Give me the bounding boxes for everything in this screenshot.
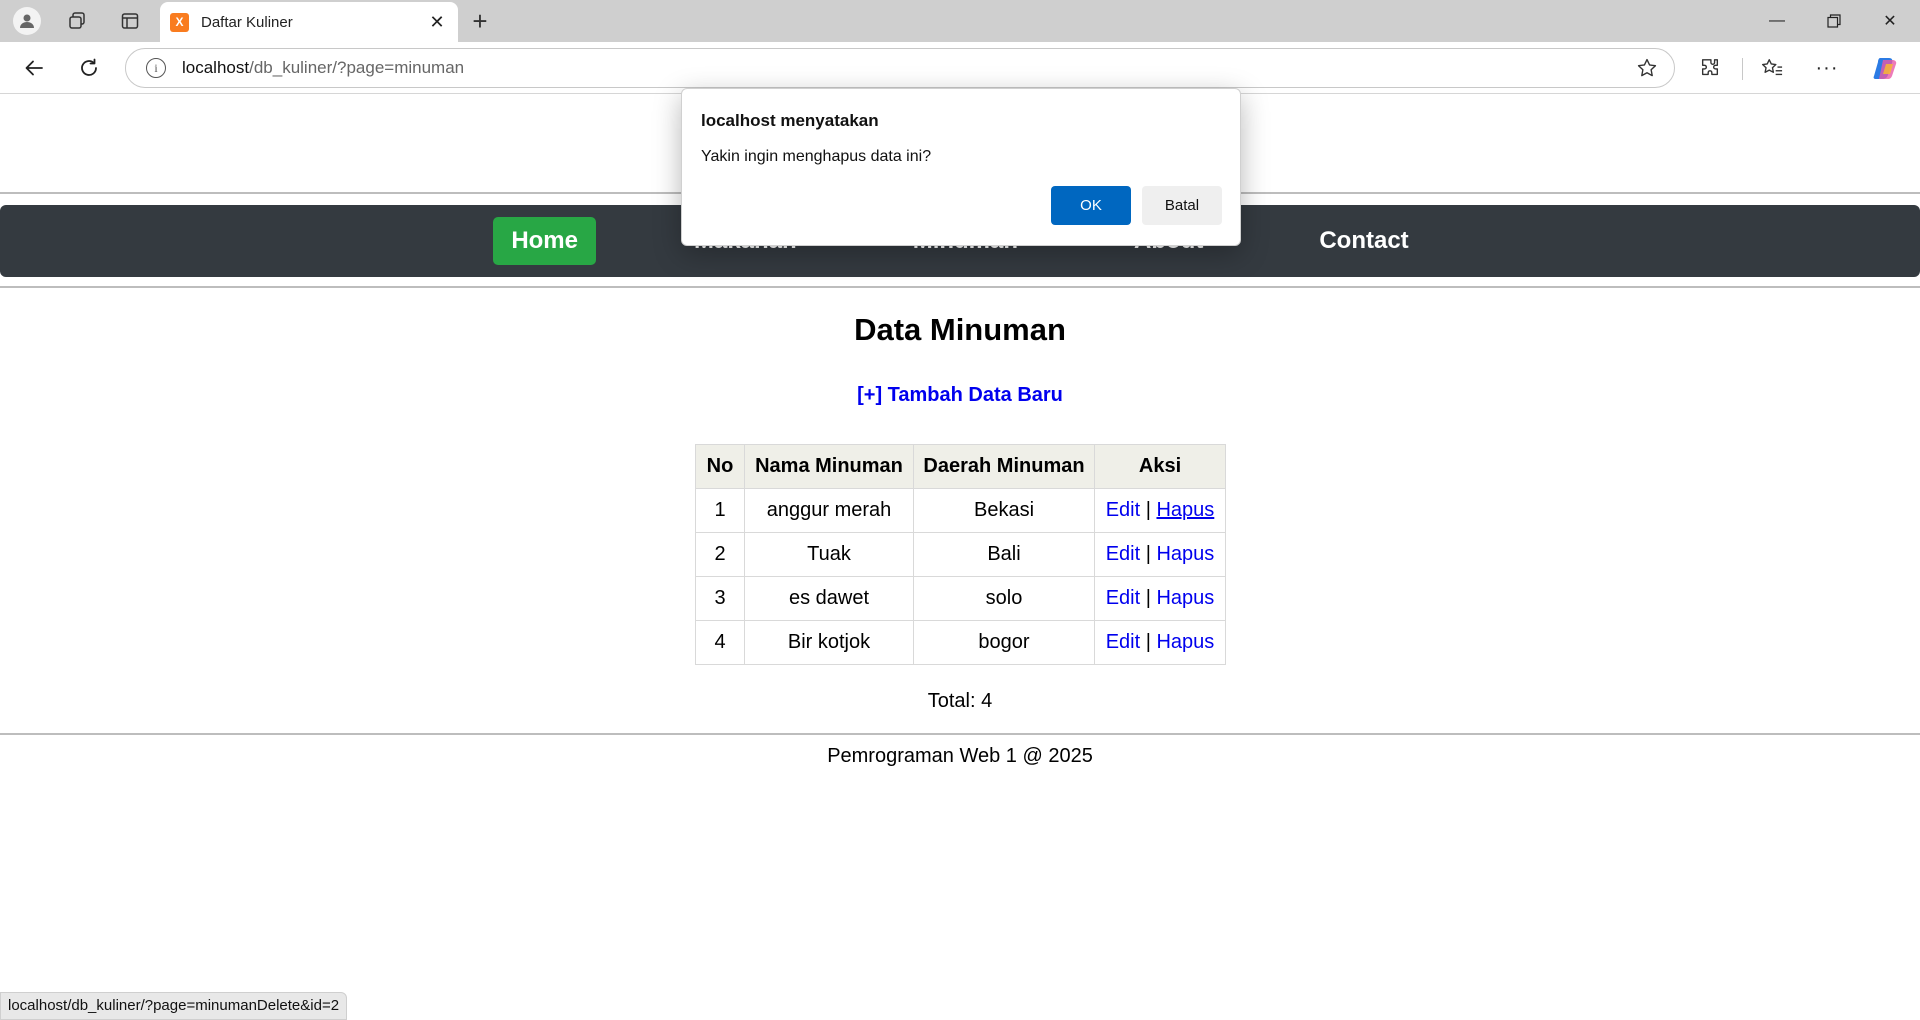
table-row: 3 es dawet solo Edit | Hapus [695, 576, 1226, 621]
nav-home[interactable]: Home [493, 217, 596, 265]
vertical-tabs-button[interactable] [113, 4, 147, 38]
total-count: Total: 4 [927, 690, 993, 712]
cell-aksi: Edit | Hapus [1094, 488, 1226, 533]
browser-toolbar: i localhost/db_kuliner/?page=minuman ··· [0, 42, 1920, 94]
tab-title: Daftar Kuliner [201, 13, 293, 31]
cell-no: 4 [695, 620, 745, 665]
cell-no: 3 [695, 576, 745, 621]
delete-link[interactable]: Hapus [1156, 631, 1214, 653]
cell-daerah: bogor [913, 620, 1095, 665]
favorites-icon[interactable] [1755, 51, 1789, 85]
edit-link[interactable]: Edit [1106, 587, 1140, 609]
cell-daerah: Bali [913, 532, 1095, 577]
status-bar-url: localhost/db_kuliner/?page=minumanDelete… [0, 992, 348, 1020]
nav-contact[interactable]: Contact [1301, 217, 1426, 265]
vertical-tabs-icon [121, 13, 139, 29]
cell-daerah: solo [913, 576, 1095, 621]
cell-daerah: Bekasi [913, 488, 1095, 533]
tab-strip: X Daftar Kuliner ✕ + — ✕ [0, 0, 1920, 42]
window-close-icon[interactable]: ✕ [1862, 0, 1918, 42]
address-url: localhost/db_kuliner/?page=minuman [182, 58, 464, 78]
minimize-icon[interactable]: — [1749, 0, 1805, 42]
cell-aksi: Edit | Hapus [1094, 532, 1226, 577]
action-separator: | [1145, 543, 1151, 565]
confirm-dialog: localhost menyatakan Yakin ingin menghap… [681, 88, 1241, 246]
restore-icon[interactable] [1806, 0, 1862, 42]
table-row: 4 Bir kotjok bogor Edit | Hapus [695, 620, 1226, 665]
profile-icon [13, 7, 41, 35]
address-bar[interactable]: i localhost/db_kuliner/?page=minuman [125, 48, 1675, 88]
cell-nama: anggur merah [744, 488, 914, 533]
footer-divider [0, 733, 1920, 735]
action-separator: | [1145, 499, 1151, 521]
workspaces-icon [69, 12, 85, 29]
edit-link[interactable]: Edit [1106, 543, 1140, 565]
action-separator: | [1145, 631, 1151, 653]
header-no: No [695, 444, 745, 489]
edit-link[interactable]: Edit [1106, 499, 1140, 521]
edit-link[interactable]: Edit [1106, 631, 1140, 653]
tab-close-icon[interactable]: ✕ [422, 7, 452, 37]
cell-nama: es dawet [744, 576, 914, 621]
header-daerah-minuman: Daerah Minuman [913, 444, 1095, 489]
toolbar-divider [1742, 58, 1743, 80]
favorite-star-icon[interactable] [1634, 55, 1660, 81]
workspaces-button[interactable] [60, 4, 94, 38]
nav-divider [0, 286, 1920, 288]
add-new-data-link[interactable]: [+] Tambah Data Baru [0, 384, 1920, 407]
cell-nama: Bir kotjok [744, 620, 914, 665]
table-header-row: No Nama Minuman Daerah Minuman Aksi [695, 444, 1226, 489]
profile-button[interactable] [10, 4, 44, 38]
action-separator: | [1145, 587, 1151, 609]
header-aksi: Aksi [1094, 444, 1226, 489]
active-tab[interactable]: X Daftar Kuliner ✕ [160, 2, 458, 42]
new-tab-icon[interactable]: + [463, 4, 497, 38]
url-path: /db_kuliner/?page=minuman [249, 58, 465, 77]
dialog-title: localhost menyatakan [701, 111, 879, 130]
extensions-icon[interactable] [1693, 51, 1727, 85]
page-title: Data Minuman [854, 312, 1066, 347]
cancel-button[interactable]: Batal [1142, 186, 1222, 225]
ok-button[interactable]: OK [1051, 186, 1131, 225]
cell-aksi: Edit | Hapus [1094, 576, 1226, 621]
xampp-favicon-icon: X [170, 12, 189, 32]
footer-text: Pemrograman Web 1 @ 2025 [827, 745, 1093, 767]
header-nama-minuman: Nama Minuman [744, 444, 914, 489]
back-icon[interactable] [17, 51, 51, 85]
cell-aksi: Edit | Hapus [1094, 620, 1226, 665]
delete-link[interactable]: Hapus [1156, 543, 1214, 565]
table-row: 2 Tuak Bali Edit | Hapus [695, 532, 1226, 577]
refresh-icon[interactable] [72, 51, 106, 85]
delete-link[interactable]: Hapus [1156, 587, 1214, 609]
url-host: localhost [182, 58, 250, 77]
more-menu-icon[interactable]: ··· [1810, 51, 1844, 85]
dialog-message: Yakin ingin menghapus data ini? [701, 148, 932, 165]
delete-link[interactable]: Hapus [1156, 499, 1214, 521]
copilot-icon[interactable] [1869, 51, 1903, 85]
minuman-table: No Nama Minuman Daerah Minuman Aksi 1 an… [695, 444, 1226, 665]
site-info-icon[interactable]: i [146, 58, 166, 78]
cell-nama: Tuak [744, 532, 914, 577]
table-row: 1 anggur merah Bekasi Edit | Hapus [695, 488, 1226, 533]
cell-no: 1 [695, 488, 745, 533]
cell-no: 2 [695, 532, 745, 577]
